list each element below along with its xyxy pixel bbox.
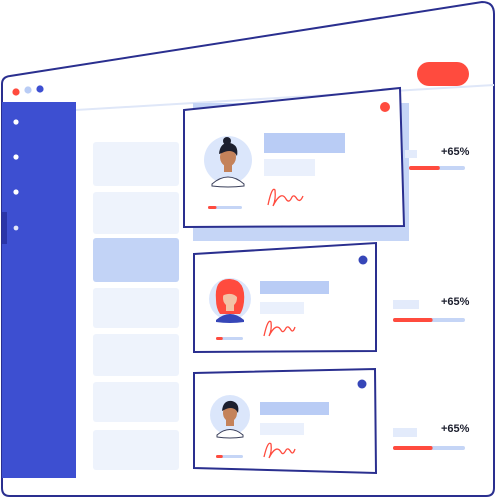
name-placeholder xyxy=(264,133,345,153)
profile-card[interactable] xyxy=(193,241,377,354)
card-progress-fill xyxy=(208,206,217,209)
name-placeholder xyxy=(260,281,329,294)
list-item[interactable] xyxy=(93,334,179,376)
detail-placeholder xyxy=(264,159,315,176)
stat-placeholder xyxy=(393,300,419,309)
card-progress-fill xyxy=(216,337,223,340)
stat-label: +65% xyxy=(441,146,470,158)
list-item[interactable] xyxy=(93,382,179,422)
list-item[interactable] xyxy=(93,192,179,234)
profile-card[interactable] xyxy=(193,367,378,475)
sidebar xyxy=(2,102,76,478)
app-window-illustration: +65% +65% +65% xyxy=(0,0,495,497)
stat-fill xyxy=(393,446,433,450)
stat-fill xyxy=(393,318,433,322)
header-action-button[interactable] xyxy=(417,62,469,86)
detail-placeholder xyxy=(260,423,304,435)
close-dot[interactable] xyxy=(12,88,20,96)
status-dot-navy xyxy=(358,255,368,265)
status-dot-navy xyxy=(357,379,367,389)
list-item[interactable] xyxy=(93,430,179,470)
sidebar-item-1[interactable] xyxy=(13,119,19,125)
stat-fill xyxy=(409,166,440,170)
list-item[interactable] xyxy=(93,288,179,328)
detail-placeholder xyxy=(260,302,304,314)
minimize-dot[interactable] xyxy=(24,86,32,94)
sidebar-item-3[interactable] xyxy=(13,189,19,195)
stat-placeholder xyxy=(405,150,417,158)
list-item[interactable] xyxy=(93,142,179,186)
sidebar-item-4[interactable] xyxy=(13,225,19,231)
sidebar-item-2[interactable] xyxy=(13,154,19,160)
maximize-dot[interactable] xyxy=(36,85,44,93)
stat-placeholder xyxy=(393,428,417,437)
list-item-selected[interactable] xyxy=(93,238,179,282)
stat-label: +65% xyxy=(441,296,470,308)
status-dot-red xyxy=(380,102,390,112)
stat-label: +65% xyxy=(441,423,470,435)
sidebar-active-indicator xyxy=(2,212,7,244)
profile-card[interactable] xyxy=(183,86,406,229)
name-placeholder xyxy=(260,402,329,415)
card-progress-fill xyxy=(216,455,223,458)
